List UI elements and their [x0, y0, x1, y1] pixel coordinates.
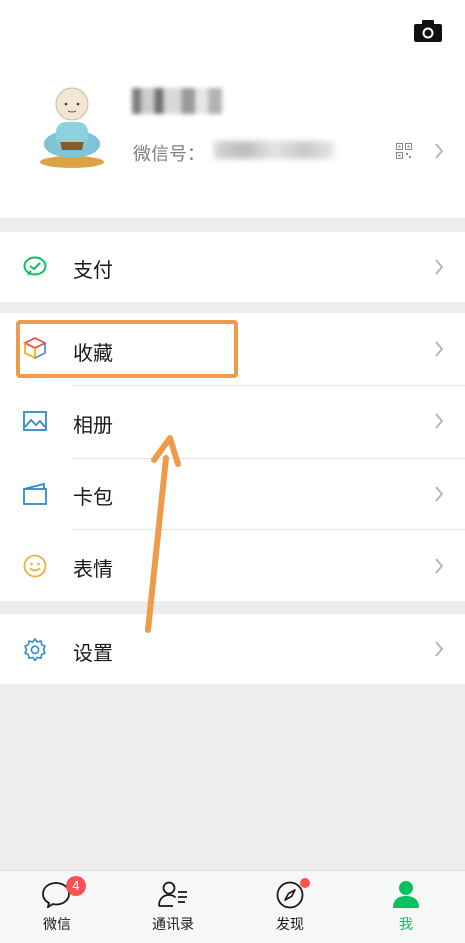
album-icon	[23, 411, 47, 431]
qr-code-icon[interactable]	[396, 143, 412, 159]
album-row[interactable]	[0, 386, 465, 458]
cards-label: 卡包	[73, 485, 113, 509]
discover-dot	[300, 878, 310, 888]
chevron-right-icon	[435, 641, 444, 657]
gear-icon	[24, 638, 46, 662]
chevron-right-icon[interactable]	[434, 143, 444, 159]
pay-row[interactable]	[0, 232, 465, 302]
tab-discover-label: 发现	[276, 917, 304, 933]
chevron-right-icon	[435, 341, 444, 357]
chevron-right-icon	[435, 486, 444, 502]
profile-name-blurred	[132, 88, 222, 114]
contacts-icon	[158, 881, 187, 907]
settings-label: 设置	[73, 641, 113, 665]
wechat-id-label: 微信号：	[133, 144, 205, 165]
settings-row[interactable]	[0, 614, 465, 684]
tab-me-label: 我	[399, 917, 413, 933]
chevron-right-icon	[435, 558, 444, 574]
avatar[interactable]	[38, 82, 106, 168]
pay-label: 支付	[73, 258, 113, 282]
stickers-row[interactable]	[0, 530, 465, 601]
cards-row[interactable]	[0, 459, 465, 529]
chevron-right-icon	[435, 259, 444, 275]
person-icon	[393, 881, 419, 908]
tab-contacts-label: 通讯录	[152, 917, 194, 933]
wechat-id-blurred	[214, 141, 334, 159]
smiley-icon	[23, 554, 47, 578]
chevron-right-icon	[435, 413, 444, 429]
wallet-icon	[23, 483, 47, 505]
camera-icon[interactable]	[414, 20, 442, 42]
stickers-label: 表情	[73, 557, 113, 581]
tab-chats-label: 微信	[43, 917, 71, 933]
album-label: 相册	[73, 413, 113, 437]
pay-icon	[23, 256, 47, 276]
annotation-arrow	[145, 435, 181, 633]
unread-badge: 4	[66, 876, 86, 896]
favorites-highlight-box	[16, 320, 238, 378]
